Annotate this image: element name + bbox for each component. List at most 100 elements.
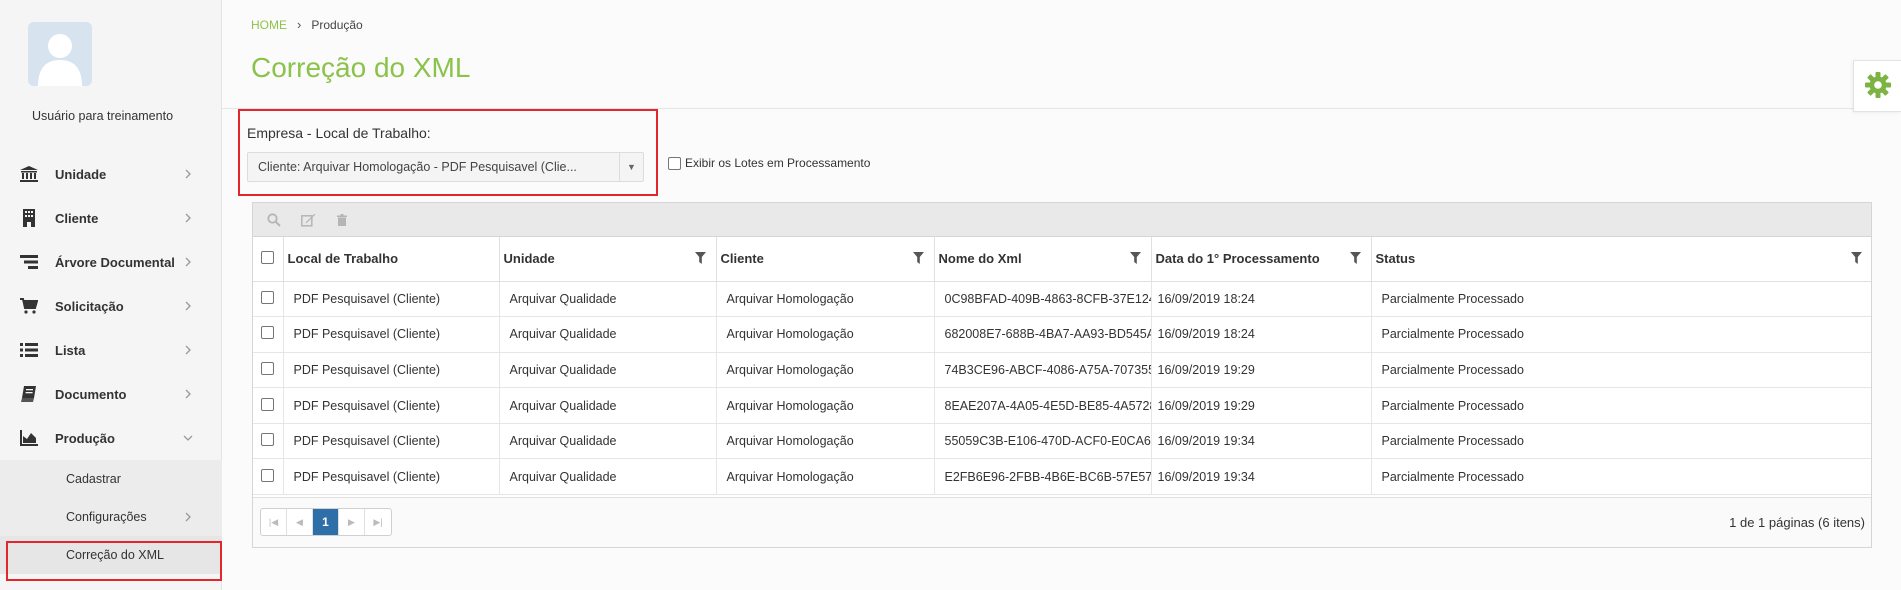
column-header-unidade[interactable]: Unidade — [499, 237, 717, 282]
sidebar-item-producao[interactable]: Produção — [0, 416, 222, 460]
row-checkbox[interactable] — [261, 290, 275, 304]
search-icon[interactable] — [265, 211, 283, 229]
cell-unidade: Arquivar Qualidade — [499, 387, 717, 424]
chevron-right-icon — [181, 343, 195, 357]
user-name: Usuário para treinamento — [31, 109, 174, 123]
company-select-value: Cliente: Arquivar Homologação - PDF Pesq… — [258, 160, 577, 174]
chevron-right-icon — [181, 211, 195, 225]
column-header-nome-do-xml[interactable]: Nome do Xml — [934, 237, 1152, 282]
cell-cliente: Arquivar Homologação — [716, 423, 935, 460]
cell-local-de-trabalho: PDF Pesquisavel (Cliente) — [283, 387, 500, 424]
select-all-header — [253, 237, 284, 282]
table-header-row: Local de Trabalho Unidade Cliente Nome d… — [253, 237, 1871, 282]
sidebar-item-label: Árvore Documental — [55, 254, 175, 270]
cell-nome-do-xml: 0C98BFAD-409B-4863-8CFB-37E1243678 — [934, 281, 1152, 318]
row-select-cell — [253, 458, 284, 496]
sidebar-subitem-configuracoes[interactable]: Configurações — [0, 498, 222, 536]
cell-cliente: Arquivar Homologação — [716, 281, 935, 318]
cell-unidade: Arquivar Qualidade — [499, 316, 717, 353]
sidebar-item-label: Unidade — [55, 166, 107, 182]
cell-unidade: Arquivar Qualidade — [499, 281, 717, 318]
cell-cliente: Arquivar Homologação — [716, 316, 935, 353]
table-row[interactable]: PDF Pesquisavel (Cliente) Arquivar Quali… — [253, 352, 1871, 389]
column-header-local-de-trabalho[interactable]: Local de Trabalho — [283, 237, 500, 282]
show-processing-lots-option: Exibir os Lotes em Processamento — [668, 156, 870, 170]
sidebar-item-label: Cliente — [55, 210, 99, 226]
sidebar-menu: Unidade Cliente Árvore Documental Solici… — [0, 152, 222, 574]
xml-grid: Local de Trabalho Unidade Cliente Nome d… — [252, 202, 1872, 548]
table-row[interactable]: PDF Pesquisavel (Cliente) Arquivar Quali… — [253, 281, 1871, 318]
row-checkbox[interactable] — [261, 361, 275, 375]
prev-page-icon[interactable]: ◀ — [287, 509, 313, 535]
row-checkbox[interactable] — [261, 468, 275, 482]
cell-nome-do-xml: 55059C3B-E106-470D-ACF0-E0CA6DD18 — [934, 423, 1152, 460]
filter-icon[interactable] — [1129, 251, 1143, 265]
building-icon — [20, 209, 38, 227]
row-checkbox[interactable] — [261, 397, 275, 411]
cell-status: Parcialmente Processado — [1371, 316, 1871, 353]
filter-icon[interactable] — [912, 251, 926, 265]
row-checkbox[interactable] — [261, 326, 275, 340]
cell-unidade: Arquivar Qualidade — [499, 423, 717, 460]
column-header-data-processamento[interactable]: Data do 1° Processamento — [1151, 237, 1372, 282]
highlight-box-menu — [6, 541, 222, 581]
select-all-checkbox[interactable] — [261, 250, 275, 264]
sidebar-subitem-cadastrar[interactable]: Cadastrar — [0, 460, 222, 498]
column-header-label: Cliente — [720, 251, 764, 267]
last-page-icon[interactable]: ▶| — [365, 509, 391, 535]
page-number-button[interactable]: 1 — [313, 509, 339, 535]
sidebar-item-cliente[interactable]: Cliente — [0, 196, 222, 240]
bank-icon — [20, 165, 38, 183]
company-select[interactable]: Cliente: Arquivar Homologação - PDF Pesq… — [247, 152, 644, 182]
breadcrumb-home-link[interactable]: HOME — [251, 18, 287, 32]
sidebar-item-unidade[interactable]: Unidade — [0, 152, 222, 196]
cell-data-processamento: 16/09/2019 19:34 — [1151, 423, 1372, 460]
column-header-cliente[interactable]: Cliente — [716, 237, 935, 282]
table-row[interactable]: PDF Pesquisavel (Cliente) Arquivar Quali… — [253, 458, 1871, 496]
cell-nome-do-xml: 682008E7-688B-4BA7-AA93-BD545A6B9 — [934, 316, 1152, 353]
filter-icon[interactable] — [1849, 251, 1863, 265]
cell-data-processamento: 16/09/2019 19:34 — [1151, 458, 1372, 496]
sidebar-subitem-label: Configurações — [66, 510, 147, 524]
table-row[interactable]: PDF Pesquisavel (Cliente) Arquivar Quali… — [253, 316, 1871, 353]
chevron-right-icon — [181, 167, 195, 181]
cell-cliente: Arquivar Homologação — [716, 458, 935, 496]
trash-icon[interactable] — [333, 211, 351, 229]
chevron-right-icon — [181, 510, 195, 524]
row-select-cell — [253, 316, 284, 353]
sidebar-item-lista[interactable]: Lista — [0, 328, 222, 372]
company-filter-highlight: Empresa - Local de Trabalho: Cliente: Ar… — [238, 109, 658, 196]
table-row[interactable]: PDF Pesquisavel (Cliente) Arquivar Quali… — [253, 423, 1871, 460]
cell-local-de-trabalho: PDF Pesquisavel (Cliente) — [283, 316, 500, 353]
cell-local-de-trabalho: PDF Pesquisavel (Cliente) — [283, 423, 500, 460]
cell-local-de-trabalho: PDF Pesquisavel (Cliente) — [283, 458, 500, 496]
cell-status: Parcialmente Processado — [1371, 281, 1871, 318]
filter-icon[interactable] — [694, 251, 708, 265]
sidebar-item-label: Produção — [55, 430, 115, 446]
settings-button[interactable] — [1853, 60, 1901, 112]
column-header-status[interactable]: Status — [1371, 237, 1871, 282]
sidebar-item-arvore-documental[interactable]: Árvore Documental — [0, 240, 222, 284]
row-select-cell — [253, 423, 284, 460]
first-page-icon[interactable]: |◀ — [261, 509, 287, 535]
dropdown-arrow-icon[interactable]: ▼ — [619, 153, 643, 181]
cell-local-de-trabalho: PDF Pesquisavel (Cliente) — [283, 352, 500, 389]
filter-icon[interactable] — [1349, 251, 1363, 265]
sidebar-item-documento[interactable]: Documento — [0, 372, 222, 416]
show-processing-lots-checkbox[interactable] — [668, 156, 681, 170]
sidebar-item-solicitacao[interactable]: Solicitação — [0, 284, 222, 328]
area-chart-icon — [20, 429, 38, 447]
next-page-icon[interactable]: ▶ — [339, 509, 365, 535]
sidebar-subitem-label: Cadastrar — [66, 472, 121, 486]
cell-data-processamento: 16/09/2019 19:29 — [1151, 387, 1372, 424]
grid-toolbar — [253, 203, 1871, 237]
page-title: Correção do XML — [251, 52, 471, 83]
list-icon — [20, 341, 38, 359]
column-header-label: Data do 1° Processamento — [1155, 251, 1320, 267]
cell-status: Parcialmente Processado — [1371, 423, 1871, 460]
cell-status: Parcialmente Processado — [1371, 458, 1871, 496]
row-checkbox[interactable] — [261, 433, 275, 447]
edit-icon[interactable] — [299, 211, 317, 229]
table-row[interactable]: PDF Pesquisavel (Cliente) Arquivar Quali… — [253, 387, 1871, 424]
cell-nome-do-xml: 8EAE207A-4A05-4E5D-BE85-4A5728321E — [934, 387, 1152, 424]
